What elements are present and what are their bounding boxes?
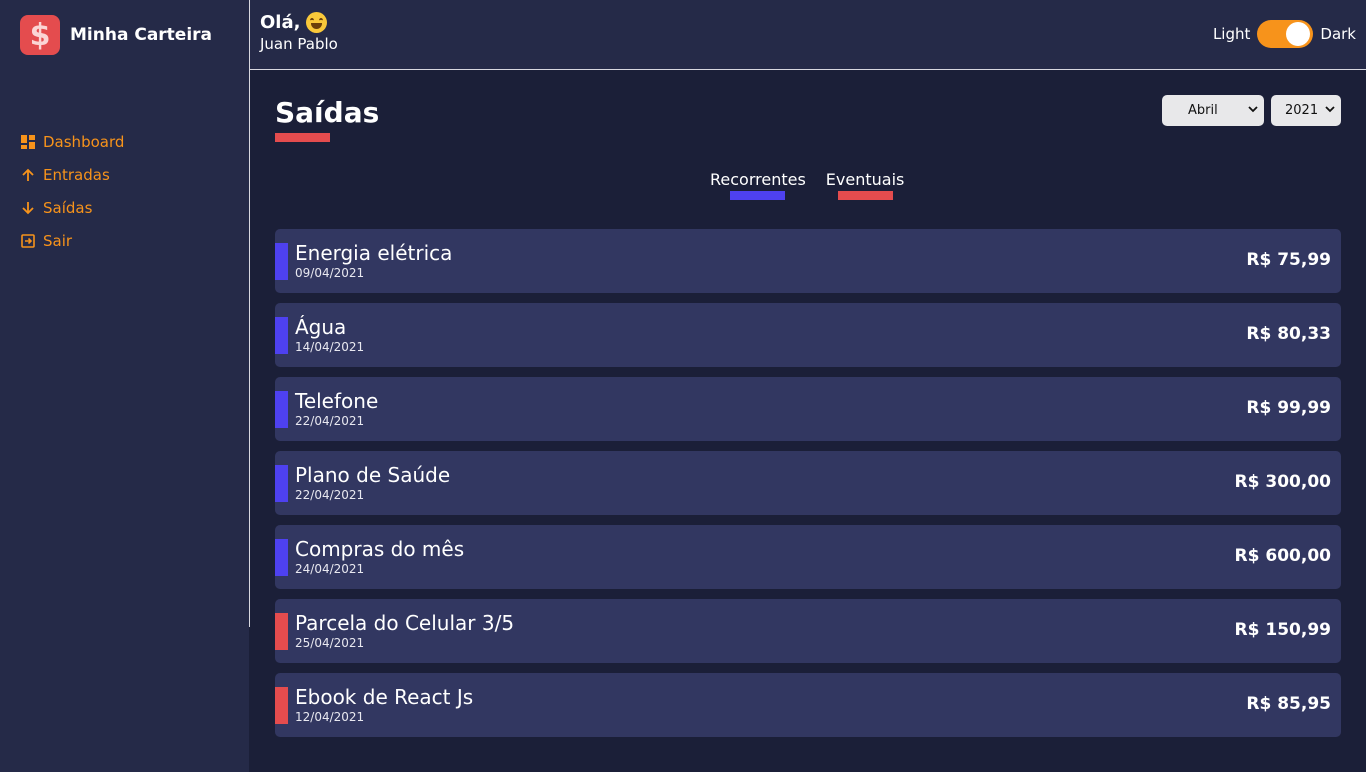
tab-eventuais[interactable]: Eventuais: [825, 170, 905, 200]
sidebar-item-dashboard[interactable]: Dashboard: [20, 125, 124, 158]
greeting: Olá, Juan Pablo: [260, 12, 338, 53]
transaction-card[interactable]: Energia elétrica 09/04/2021 R$ 75,99: [275, 229, 1341, 293]
transaction-type-marker: [275, 539, 288, 576]
filters: Abril 2021: [1162, 95, 1341, 126]
transaction-amount: R$ 99,99: [1246, 398, 1331, 418]
app-title: Minha Carteira: [70, 25, 213, 45]
header: Olá, Juan Pablo Light Dark: [250, 0, 1366, 70]
transaction-title: Compras do mês: [295, 537, 465, 561]
transaction-type-marker: [275, 613, 288, 650]
transaction-amount: R$ 600,00: [1234, 546, 1331, 566]
chevron-down-icon: [1325, 105, 1335, 116]
sidebar-item-sair[interactable]: Sair: [20, 224, 124, 257]
transaction-title: Telefone: [295, 389, 379, 413]
sidebar-item-label: Sair: [43, 231, 73, 250]
theme-toggle: Light Dark: [1213, 20, 1356, 48]
transaction-type-marker: [275, 391, 288, 428]
page-title: Saídas: [275, 96, 380, 129]
title-underline: [275, 133, 330, 142]
tab-label: Recorrentes: [710, 170, 806, 189]
transaction-card[interactable]: Plano de Saúde 22/04/2021 R$ 300,00: [275, 451, 1341, 515]
user-name: Juan Pablo: [260, 35, 338, 53]
month-value: Abril: [1188, 103, 1218, 118]
transaction-date: 24/04/2021: [295, 562, 365, 576]
transaction-amount: R$ 85,95: [1246, 694, 1331, 714]
transaction-type-marker: [275, 465, 288, 502]
transaction-card[interactable]: Ebook de React Js 12/04/2021 R$ 85,95: [275, 673, 1341, 737]
transaction-card[interactable]: Parcela do Celular 3/5 25/04/2021 R$ 150,9…: [275, 599, 1341, 663]
month-select[interactable]: Abril: [1162, 95, 1264, 126]
transaction-card[interactable]: Água 14/04/2021 R$ 80,33: [275, 303, 1341, 367]
arrow-down-icon: [20, 200, 36, 216]
transaction-type-marker: [275, 243, 288, 280]
theme-switch[interactable]: [1257, 20, 1314, 48]
sidebar-item-label: Entradas: [43, 165, 110, 184]
transaction-title: Parcela do Celular 3/5: [295, 611, 515, 635]
transaction-type-marker: [275, 317, 288, 354]
sidebar-divider: [249, 0, 250, 627]
tab-underline: [837, 191, 893, 200]
greeting-text: Olá,: [260, 12, 301, 33]
tab-recorrentes[interactable]: Recorrentes: [710, 170, 806, 200]
transaction-date: 22/04/2021: [295, 488, 365, 502]
transaction-title: Plano de Saúde: [295, 463, 451, 487]
greeting-line: Olá,: [260, 12, 338, 33]
sidebar-item-saidas[interactable]: Saídas: [20, 191, 124, 224]
transaction-title: Água: [295, 315, 347, 339]
transaction-date: 22/04/2021: [295, 414, 365, 428]
exit-icon: [20, 233, 36, 249]
theme-light-label: Light: [1212, 25, 1251, 43]
chevron-down-icon: [1248, 105, 1258, 116]
brand: $ Minha Carteira: [20, 15, 212, 55]
filter-tabs: Recorrentes Eventuais: [710, 170, 904, 200]
grinning-face-icon: [306, 12, 328, 33]
transaction-title: Ebook de React Js: [295, 685, 474, 709]
switch-knob: [1286, 22, 1311, 46]
transaction-date: 09/04/2021: [295, 266, 365, 280]
transaction-card[interactable]: Telefone 22/04/2021 R$ 99,99: [275, 377, 1341, 441]
transaction-amount: R$ 75,99: [1246, 250, 1331, 270]
dashboard-icon: [20, 134, 36, 150]
transaction-date: 12/04/2021: [295, 710, 365, 724]
year-value: 2021: [1285, 103, 1319, 118]
logo-symbol: $: [29, 17, 51, 53]
transaction-title: Energia elétrica: [295, 241, 453, 265]
sidebar-item-entradas[interactable]: Entradas: [20, 158, 124, 191]
transaction-date: 14/04/2021: [295, 340, 365, 354]
theme-dark-label: Dark: [1320, 25, 1356, 43]
tab-label: Eventuais: [825, 170, 905, 189]
transaction-amount: R$ 300,00: [1234, 472, 1331, 492]
sidebar-nav: Dashboard Entradas Saídas Sair: [20, 125, 124, 257]
transaction-list: Energia elétrica 09/04/2021 R$ 75,99 Água 14…: [275, 229, 1341, 747]
transaction-date: 25/04/2021: [295, 636, 365, 650]
transaction-type-marker: [275, 687, 288, 724]
year-select[interactable]: 2021: [1271, 95, 1341, 126]
transaction-amount: R$ 150,99: [1234, 620, 1331, 640]
arrow-up-icon: [20, 167, 36, 183]
sidebar-item-label: Dashboard: [43, 132, 125, 151]
dollar-logo-icon: $: [20, 15, 60, 55]
sidebar-item-label: Saídas: [43, 198, 93, 217]
transaction-card[interactable]: Compras do mês 24/04/2021 R$ 600,00: [275, 525, 1341, 589]
sidebar: $ Minha Carteira Dashboard Entradas Saíd…: [0, 0, 249, 772]
transaction-amount: R$ 80,33: [1246, 324, 1331, 344]
tab-underline: [730, 191, 786, 200]
emoji-mouth: [311, 23, 323, 29]
